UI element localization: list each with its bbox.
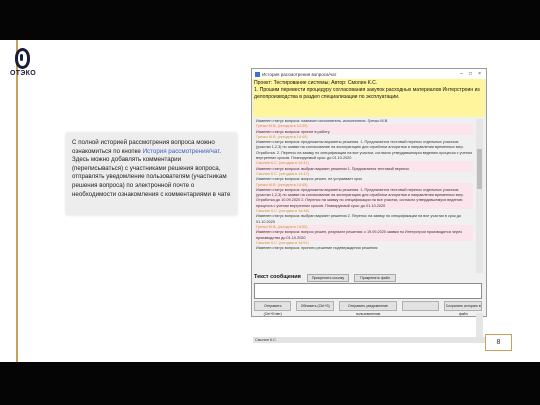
logo-text: ОТЭКО (10, 70, 36, 77)
history-message: Изменен статус вопроса: принято решение … (256, 246, 378, 251)
top-band (0, 0, 540, 40)
company-logo: ОТЭКО (7, 48, 39, 78)
page-number: 8 (485, 334, 512, 351)
message-input[interactable] (254, 283, 482, 299)
notify-users-button[interactable]: Отправить уведомление пользователям (338, 301, 397, 316)
save-history-button[interactable]: Сохранить историю в файл (444, 301, 482, 316)
refresh-button[interactable]: Обновить (Ctrl+S) (296, 301, 334, 311)
description-text: С полной историей рассмотрения вопроса м… (72, 139, 231, 199)
project-title: Проект: Тестирование системы; Автор: Смо… (254, 80, 378, 86)
attach-link-button[interactable]: Прикрепить ссылку (307, 274, 349, 282)
send-button[interactable]: Отправить (Ctrl+Enter) (254, 301, 292, 316)
project-description: 1. Прошим перевести процедуру согласован… (254, 87, 480, 100)
close-icon[interactable]: × (476, 71, 483, 77)
description-box: С полной историей рассмотрения вопроса м… (66, 133, 237, 215)
window-titlebar: История рассмотрения вопроса/чат – □ × (252, 69, 486, 79)
scrollbar-thumb[interactable] (477, 149, 482, 189)
status-bar: Смолин К.С. (253, 337, 485, 343)
message-label: Текст сообщения (254, 274, 301, 280)
history-message: Изменен статус вопроса: вопрос решен, ре… (255, 230, 473, 241)
message-composer: Текст сообщения Прикрепить ссылку Прикре… (252, 273, 484, 316)
blank-button[interactable] (402, 301, 440, 311)
description-part-2: . Здесь можно добавлять комментарии (пер… (72, 147, 231, 198)
app-icon (255, 71, 260, 77)
accent-line (16, 40, 18, 362)
maximize-icon[interactable]: □ (467, 71, 474, 77)
history-message: Изменен статус вопроса: предложены вариа… (256, 140, 472, 161)
history-message: Изменен статус вопроса: выбран вариант р… (256, 214, 462, 224)
history-chat-link[interactable]: История рассмотрения/чат (143, 148, 220, 155)
project-header: Проект: Тестирование системы; Автор: Смо… (253, 79, 485, 117)
bottom-band (0, 362, 540, 405)
minimize-icon[interactable]: – (458, 71, 465, 77)
attach-file-button[interactable]: Прикрепить файл (354, 274, 396, 282)
composer-buttons: Отправить (Ctrl+Enter) Обновить (Ctrl+S) О… (254, 301, 482, 316)
window-title: История рассмотрения вопроса/чат (262, 71, 337, 77)
history-message: Изменен статус вопроса: предложены вариа… (255, 187, 473, 210)
logo-icon (15, 48, 30, 69)
